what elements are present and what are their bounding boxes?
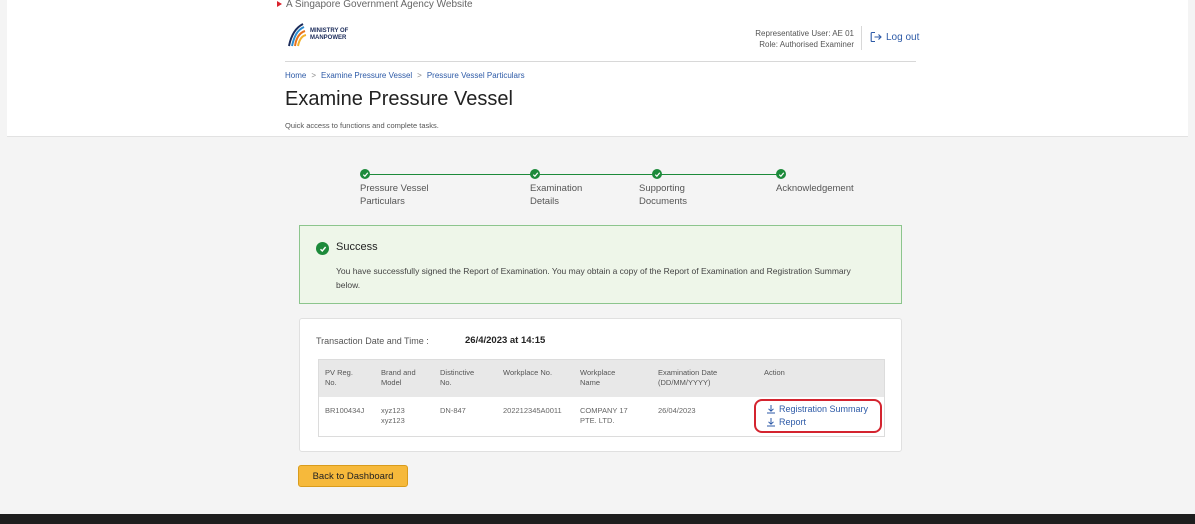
page-title: Examine Pressure Vessel [285,88,513,110]
cell-workplace-no: 202212345A0011 [503,406,562,415]
header-separator [285,61,916,62]
representative-user: Representative User: AE 01 [755,29,854,38]
page-subtitle: Quick access to functions and complete t… [285,121,439,130]
back-to-dashboard-button[interactable]: Back to Dashboard [298,465,408,487]
header-divider [861,26,862,50]
step-check-icon [652,169,662,179]
breadcrumb-current[interactable]: Pressure Vessel Particulars [427,71,525,80]
success-title: Success [336,241,378,253]
col-action: Action [764,368,785,377]
step-check-icon [360,169,370,179]
footer-bar [0,514,1195,524]
step-acknowledgement: Acknowledgement [776,183,854,194]
step-check-icon [776,169,786,179]
user-role: Role: Authorised Examiner [759,40,854,49]
logout-label: Log out [886,31,920,43]
transaction-value: 26/4/2023 at 14:15 [465,335,546,346]
transaction-label: Transaction Date and Time : [316,336,429,346]
step-pressure-vessel-particulars: Pressure Vessel Particulars [360,183,429,207]
col-brand-model: Brand and Model [381,368,416,387]
cell-exam-date: 26/04/2023 [658,406,696,415]
breadcrumb-chevron-icon: > [311,71,317,80]
breadcrumb-examine-pressure-vessel[interactable]: Examine Pressure Vessel [321,71,412,80]
logout-button[interactable]: Log out [870,31,919,43]
mom-logo-icon [288,23,307,47]
col-workplace-name: Workplace Name [580,368,616,387]
user-info: Representative User: AE 01 Role: Authori… [730,28,854,50]
logout-icon [870,31,882,43]
cell-workplace-name: COMPANY 17 PTE. LTD. [580,406,628,425]
mom-logo[interactable]: MINISTRY OF MANPOWER [285,22,348,48]
breadcrumb-chevron-icon: > [417,71,422,80]
stepper-connector [535,174,657,175]
col-examination-date: Examination Date (DD/MM/YYYY) [658,368,718,387]
flag-icon [277,1,282,8]
stepper-connector [657,174,781,175]
col-distinctive-no: Distinctive No. [440,368,475,387]
action-highlight [754,399,882,433]
step-examination-details: Examination Details [530,183,583,207]
cell-brand-model: xyz123 xyz123 [381,406,405,425]
logo-text-line1: MINISTRY OF [310,28,349,34]
logo-text-line2: MANPOWER [310,35,347,41]
header [7,0,1188,137]
breadcrumb-home[interactable]: Home [285,71,306,80]
col-workplace-no: Workplace No. [503,368,553,377]
cell-distinctive-no: DN-847 [440,406,466,415]
success-alert: Success You have successfully signed the… [299,225,902,304]
cell-pv-reg-no: BR100434J [325,406,365,415]
stepper-connector [368,174,535,175]
step-check-icon [530,169,540,179]
gov-banner: A Singapore Government Agency Website [277,0,473,9]
breadcrumb: Home > Examine Pressure Vessel > Pressure Ve… [285,71,525,80]
success-message: You have successfully signed the Report … [336,266,851,290]
step-supporting-documents: Supporting Documents [639,183,688,207]
success-check-icon [316,242,329,255]
col-pv-reg-no: PV Reg. No. [325,368,353,387]
